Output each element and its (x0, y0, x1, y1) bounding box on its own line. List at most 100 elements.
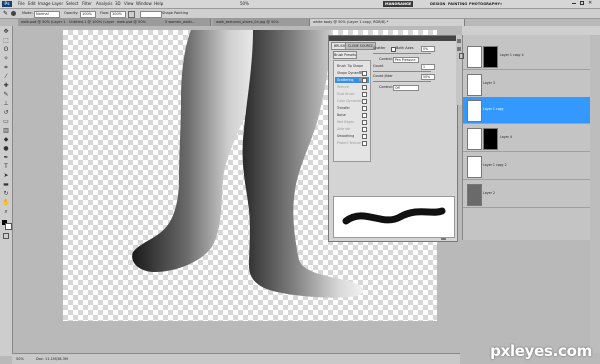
tab-clone-source[interactable]: CLONE SOURCE (345, 42, 376, 50)
menu-select[interactable]: Select (66, 1, 78, 7)
layer-name[interactable]: Layer 1 copy (483, 107, 504, 112)
tab-doc-3[interactable]: walk.psd @ 50% (114, 19, 163, 26)
layer-mask-thumbnail[interactable] (483, 128, 498, 150)
quick-mask-icon[interactable] (3, 233, 9, 239)
brush-setting-item[interactable]: Texture (335, 84, 369, 90)
tab-doc-5[interactable]: walk_textured_shoes_04.jpg @ 50% (213, 19, 310, 26)
menu-help[interactable]: Help (154, 1, 163, 7)
brush-setting-item[interactable]: Dual Brush (335, 91, 369, 97)
maximize-icon[interactable] (580, 1, 584, 5)
workspace-active[interactable]: MANORANGE (383, 1, 414, 7)
layer-row[interactable]: Layer 2 (463, 181, 591, 208)
new-brush-icon[interactable] (441, 238, 446, 240)
panel-toggle-icon[interactable] (457, 39, 461, 43)
history-brush-tool-icon[interactable]: ↺ (2, 109, 10, 116)
workspace-design[interactable]: DESIGN (428, 1, 447, 7)
marquee-tool-icon[interactable]: ⬚ (2, 37, 10, 44)
checkbox[interactable] (362, 92, 367, 97)
window-controls[interactable]: ✕ (572, 0, 594, 7)
layer-row[interactable]: Layer 4 (463, 125, 591, 152)
menu-edit[interactable]: Edit (28, 1, 36, 7)
checkbox[interactable] (362, 78, 367, 83)
close-icon[interactable]: ✕ (588, 0, 592, 6)
layer-name[interactable]: Layer 4 (500, 135, 512, 140)
brush-setting-item[interactable]: Noise (335, 112, 369, 118)
layer-name[interactable]: Layer 3 (483, 81, 495, 86)
checkbox[interactable] (362, 113, 367, 118)
checkbox[interactable] (362, 134, 367, 139)
brush-setting-item[interactable]: Brush Tip Shape (335, 63, 369, 69)
lasso-tool-icon[interactable]: ʘ (2, 46, 10, 53)
flow-field[interactable]: 100% (110, 11, 126, 18)
path-select-tool-icon[interactable]: ➤ (2, 172, 10, 179)
menu-image[interactable]: Image (38, 1, 51, 7)
3d-rotate-tool-icon[interactable]: ↻ (2, 190, 10, 197)
checkbox[interactable] (362, 120, 367, 125)
count-field[interactable]: 1 (421, 64, 435, 70)
layer-name[interactable]: Layer 1 copy 2 (483, 163, 507, 168)
control2-select[interactable]: Off (393, 85, 419, 91)
brush-setting-item[interactable]: Airbrush (335, 126, 369, 132)
brush-setting-item[interactable]: Shape Dynamics (335, 70, 369, 76)
panel-toggle-icon[interactable] (457, 47, 461, 51)
tab-doc-2[interactable]: Untitled-1 @ 100% (Layer 1, RGB/8) (66, 19, 115, 26)
control-select[interactable]: Pen Pressure (393, 57, 419, 63)
brush-panel-titlebar[interactable] (329, 36, 457, 41)
brush-tool-icon[interactable]: ✎ (3, 10, 8, 17)
menu-layer[interactable]: Layer (52, 1, 63, 7)
checkbox[interactable] (362, 127, 367, 132)
layer-row-selected[interactable]: Layer 1 copy (463, 97, 591, 124)
type-tool-icon[interactable]: T (2, 163, 10, 170)
menu-3d[interactable]: 3D (115, 1, 121, 7)
checkbox[interactable] (362, 71, 367, 76)
quick-select-tool-icon[interactable]: ✧ (2, 55, 10, 62)
count-jitter-slider[interactable] (373, 81, 431, 82)
checkbox[interactable] (362, 141, 367, 146)
menu-window[interactable]: Window (136, 1, 152, 7)
brush-setting-item[interactable]: Transfer (335, 105, 369, 111)
tablet-pressure-opacity[interactable] (140, 11, 162, 18)
crop-tool-icon[interactable]: ⌗ (2, 64, 10, 71)
workspace-more-icon[interactable]: » (498, 1, 504, 7)
brush-setting-item-selected[interactable]: Scattering (335, 77, 369, 83)
pen-tool-icon[interactable]: ✒ (2, 154, 10, 161)
zoom-tool-icon[interactable]: ⌕ (2, 208, 10, 215)
mode-select[interactable]: Normal (34, 11, 60, 18)
tab-doc-active[interactable]: white body @ 50% (Layer 1 copy, RGB/8) * (310, 19, 465, 26)
brush-size-picker[interactable] (11, 11, 16, 16)
brush-setting-item[interactable]: Smoothing (335, 133, 369, 139)
hand-tool-icon[interactable]: ✋ (2, 199, 10, 206)
layer-row[interactable]: Layer 3 (463, 71, 591, 98)
visibility-eye-icon[interactable] (459, 53, 464, 59)
count-jitter-field[interactable]: 50% (421, 74, 435, 80)
brush-setting-item[interactable]: Color Dynamics (335, 98, 369, 104)
eyedropper-tool-icon[interactable]: ⁄ (2, 73, 10, 80)
shape-painting-label[interactable]: Shape Painting (162, 11, 188, 16)
layer-mask-thumbnail[interactable] (483, 46, 498, 68)
brush-presets-button[interactable]: Brush Presets (333, 51, 357, 59)
airbrush-toggle-icon[interactable] (128, 11, 135, 18)
panel-scrollbar[interactable] (590, 35, 600, 353)
layer-row[interactable]: Layer 1 copy 2 (463, 153, 591, 180)
background-color-swatch[interactable] (5, 223, 12, 230)
workspace-photography[interactable]: PHOTOGRAPHY (467, 1, 502, 7)
brush-setting-item[interactable]: Wet Edges (335, 119, 369, 125)
tab-doc-4[interactable]: 5 woman_walki... (162, 19, 211, 26)
menu-analysis[interactable]: Analysis (96, 1, 112, 7)
count-slider[interactable] (373, 71, 431, 72)
dodge-tool-icon[interactable]: ● (2, 145, 10, 152)
layer-name[interactable]: Layer 2 (483, 191, 495, 196)
scatter-slider[interactable] (373, 53, 431, 54)
menu-view[interactable]: View (124, 1, 134, 7)
brush-tool-icon-tb[interactable]: ✎ (2, 91, 10, 98)
opacity-field[interactable]: 100% (80, 11, 96, 18)
minimize-icon[interactable] (572, 3, 576, 4)
gradient-tool-icon[interactable]: ▥ (2, 127, 10, 134)
shape-tool-icon[interactable]: ▬ (2, 181, 10, 188)
zoom-level[interactable]: 50% (240, 1, 249, 7)
checkbox[interactable] (362, 99, 367, 104)
menu-filter[interactable]: Filter (82, 1, 92, 7)
blur-tool-icon[interactable]: ◆ (2, 136, 10, 143)
checkbox[interactable] (362, 85, 367, 90)
scatter-value-field[interactable]: 0% (421, 46, 435, 52)
